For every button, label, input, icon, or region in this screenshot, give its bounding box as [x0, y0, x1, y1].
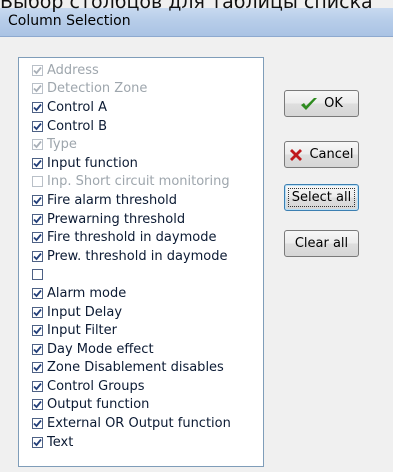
column-row: Address	[19, 61, 263, 80]
column-checkbox[interactable]	[32, 269, 43, 281]
column-checkbox[interactable]	[32, 343, 43, 355]
select-all-button[interactable]: Select all	[284, 184, 359, 211]
checkmark-icon	[33, 159, 42, 168]
checkmark-icon	[33, 66, 42, 75]
column-row[interactable]: Fire alarm threshold	[19, 191, 263, 210]
column-row[interactable]: Output function	[19, 396, 263, 415]
column-label: Detection Zone	[47, 81, 148, 97]
column-label: External OR Output function	[47, 416, 231, 432]
ok-label: OK	[324, 96, 343, 111]
column-selection-dialog: Column Selection Address Detection Zone Co…	[0, 0, 393, 472]
cross-icon	[289, 148, 303, 162]
checkmark-icon	[33, 85, 42, 93]
column-row: Type	[19, 135, 263, 154]
column-checkbox[interactable]	[32, 213, 43, 225]
column-label: Alarm mode	[47, 285, 127, 301]
column-row: Inp. Short circuit monitoring	[19, 173, 263, 192]
column-row[interactable]: Text	[19, 433, 263, 452]
column-checkbox	[32, 83, 43, 95]
column-label: Input Filter	[47, 323, 117, 339]
dialog-title: Column Selection	[8, 13, 131, 29]
column-row[interactable]	[19, 266, 263, 285]
column-label: Type	[47, 137, 77, 153]
column-label: Input Delay	[47, 304, 123, 320]
ok-button[interactable]: OK	[284, 90, 359, 117]
column-checkbox[interactable]	[32, 418, 43, 430]
clear-all-label: Clear all	[294, 236, 349, 251]
column-checkbox	[32, 64, 43, 76]
column-row[interactable]: Input function	[19, 154, 263, 173]
column-label: Address	[47, 62, 99, 78]
column-label: Output function	[47, 397, 150, 413]
checkmark-icon	[33, 215, 42, 223]
checkmark-icon	[33, 234, 42, 242]
column-checkbox[interactable]	[32, 362, 43, 374]
column-checkbox	[32, 139, 43, 151]
checkmark-icon	[300, 97, 318, 111]
column-checkbox[interactable]	[32, 120, 43, 132]
column-label: Control A	[47, 99, 108, 115]
column-checkbox[interactable]	[32, 380, 43, 392]
focus-rectangle	[288, 188, 355, 207]
column-row[interactable]: Control B	[19, 117, 263, 136]
column-row[interactable]: External OR Output function	[19, 414, 263, 433]
column-label: Zone Disablement disables	[47, 360, 224, 376]
checkmark-icon	[33, 364, 42, 372]
column-label: Text	[47, 434, 74, 450]
column-label: Control Groups	[47, 378, 145, 394]
column-label: Input function	[47, 155, 138, 171]
column-row[interactable]: Alarm mode	[19, 284, 263, 303]
column-label: Control B	[47, 118, 108, 134]
cancel-label: Cancel	[309, 147, 354, 162]
column-checkbox[interactable]	[32, 232, 43, 244]
checkmark-icon	[33, 252, 42, 261]
column-label: Fire threshold in daymode	[47, 230, 217, 246]
column-checkbox[interactable]	[32, 325, 43, 337]
column-checkbox	[32, 176, 43, 188]
column-checkbox[interactable]	[32, 306, 43, 318]
column-label: Fire alarm threshold	[47, 192, 178, 208]
checkmark-icon	[33, 327, 42, 335]
column-row[interactable]: Control A	[19, 98, 263, 117]
checkmark-icon	[33, 438, 42, 447]
checkmark-icon	[33, 122, 42, 130]
column-checkbox[interactable]	[32, 436, 43, 448]
column-row[interactable]: Fire threshold in daymode	[19, 228, 263, 247]
checkmark-icon	[33, 420, 42, 428]
checkmark-icon	[33, 382, 42, 391]
column-checklist[interactable]: Address Detection Zone Control A Control B T…	[18, 57, 264, 467]
top-caption: Выбор столбцов для таблицы списка	[0, 0, 373, 13]
checkmark-icon	[33, 196, 42, 205]
checkmark-icon	[33, 308, 42, 316]
clear-all-button[interactable]: Clear all	[284, 230, 359, 257]
checkmark-icon	[33, 103, 42, 112]
column-row[interactable]: Zone Disablement disables	[19, 359, 263, 378]
checkmark-icon	[33, 289, 42, 298]
checkmark-icon	[33, 401, 42, 409]
column-row[interactable]: Input Filter	[19, 321, 263, 340]
column-label: Prewarning threshold	[47, 211, 186, 227]
column-label: Inp. Short circuit monitoring	[47, 174, 230, 190]
column-checkbox[interactable]	[32, 101, 43, 113]
column-label: Prew. threshold in daymode	[47, 248, 228, 264]
column-row[interactable]: Day Mode effect	[19, 340, 263, 359]
column-checkbox[interactable]	[32, 287, 43, 299]
column-checkbox[interactable]	[32, 399, 43, 411]
column-label: Day Mode effect	[47, 341, 154, 357]
column-row[interactable]: Prew. threshold in daymode	[19, 247, 263, 266]
column-checkbox[interactable]	[32, 250, 43, 262]
column-row[interactable]: Prewarning threshold	[19, 210, 263, 229]
column-row[interactable]: Control Groups	[19, 377, 263, 396]
column-row: Detection Zone	[19, 80, 263, 99]
checkmark-icon	[33, 345, 42, 354]
column-checkbox[interactable]	[32, 157, 43, 169]
checkmark-icon	[33, 141, 42, 149]
cancel-button[interactable]: Cancel	[284, 141, 359, 168]
column-row[interactable]: Input Delay	[19, 303, 263, 322]
column-checkbox[interactable]	[32, 194, 43, 206]
